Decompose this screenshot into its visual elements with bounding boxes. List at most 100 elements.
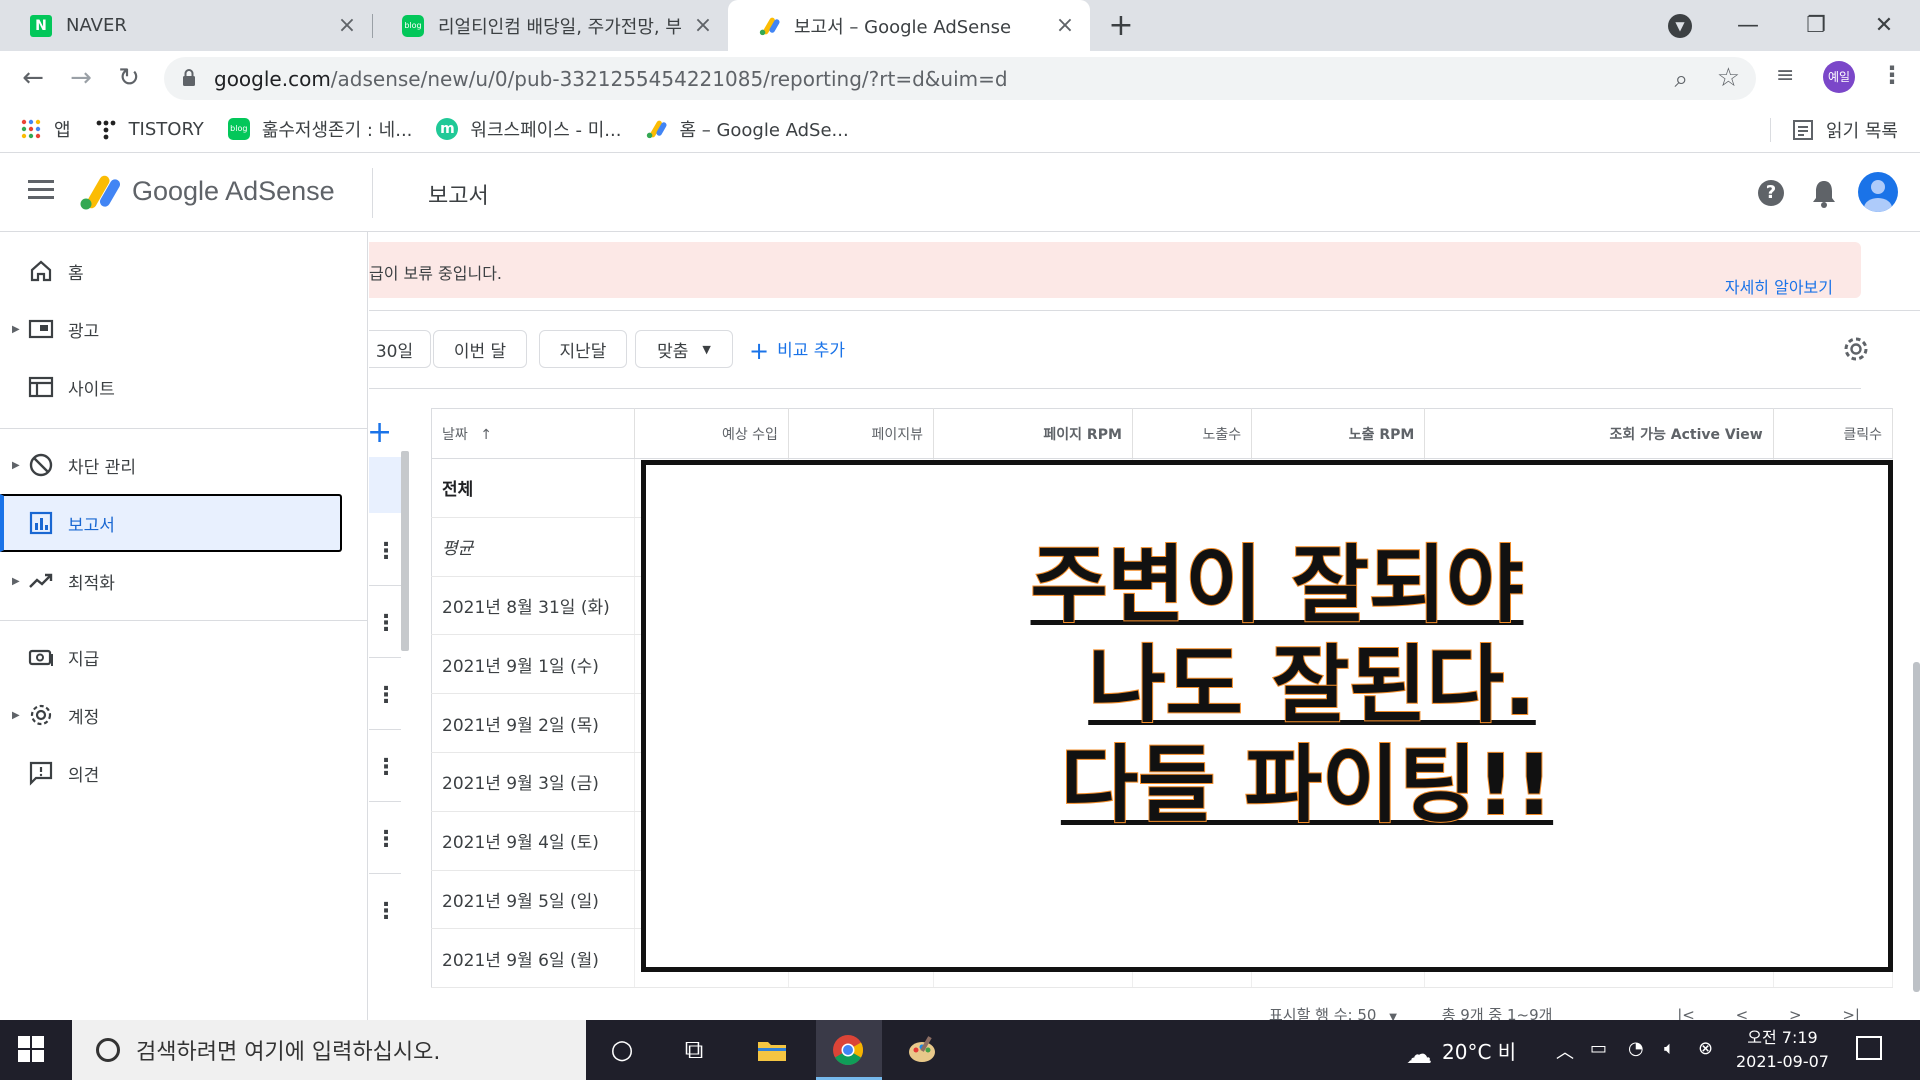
wifi-icon[interactable]: ◔ xyxy=(1628,1038,1644,1059)
last-page-icon[interactable]: >| xyxy=(1842,1006,1860,1020)
table-header-row: 날짜 ↑ 예상 수입 페이지뷰 페이지 RPM 노출수 노출 RPM 조회 가능… xyxy=(431,408,1894,459)
bookmark-apps[interactable]: 앱 xyxy=(20,116,71,142)
overlay-message: 주변이 잘되야 나도 잘된다. 다들 파이팅!! xyxy=(646,535,1888,835)
minimize-icon[interactable]: — xyxy=(1728,6,1768,46)
paint-icon[interactable] xyxy=(906,1034,938,1066)
selected-breakdown-row[interactable] xyxy=(369,457,401,513)
sidebar-item-feedback[interactable]: 의견 xyxy=(0,744,368,802)
sidebar-item-reports[interactable]: 보고서 xyxy=(0,494,342,552)
notifications-bell-icon[interactable] xyxy=(1810,178,1838,208)
learn-more-link[interactable]: 자세히 알아보기 xyxy=(1725,274,1833,298)
more-vert-icon[interactable]: ⋮ xyxy=(375,539,397,564)
reload-icon[interactable]: ↻ xyxy=(112,61,146,95)
account-avatar[interactable] xyxy=(1858,172,1898,212)
divider xyxy=(369,310,1920,311)
close-icon[interactable]: × xyxy=(1054,13,1076,38)
product-name: Google AdSense xyxy=(132,176,335,206)
sort-arrow-up-icon: ↑ xyxy=(480,426,492,443)
sidebar-item-home[interactable]: 홈 xyxy=(0,242,368,300)
sidebar-item-label: 보고서 xyxy=(68,515,115,536)
bookmark-tistory[interactable]: TISTORY xyxy=(95,118,204,140)
next-page-icon[interactable]: > xyxy=(1789,1006,1802,1020)
task-view-icon[interactable]: ⧉ xyxy=(678,1034,710,1066)
sidebar-item-sites[interactable]: 사이트 xyxy=(0,358,368,416)
column-header-page-rpm[interactable]: 페이지 RPM xyxy=(933,408,1133,459)
block-icon xyxy=(29,453,53,477)
column-header-active-view[interactable]: 조회 가능 Active View xyxy=(1424,408,1774,459)
sidebar-item-ads[interactable]: ▶ 광고 xyxy=(0,300,368,358)
more-vert-icon[interactable]: ⋮ xyxy=(375,755,397,780)
date-chip-custom[interactable]: 맞춤 ▼ xyxy=(635,330,733,368)
bookmark-blog[interactable]: blog 홂수저생존기 : 네... xyxy=(227,116,412,142)
column-header-clicks[interactable]: 클릭수 xyxy=(1773,408,1894,459)
column-header-impressions[interactable]: 노출수 xyxy=(1132,408,1253,459)
chrome-icon[interactable] xyxy=(832,1034,864,1066)
taskbar-search-placeholder: 검색하려면 여기에 입력하십시오. xyxy=(136,1040,441,1065)
add-breakdown-plus-icon[interactable]: + xyxy=(369,415,392,450)
browser-menu-icon[interactable]: ⋮ xyxy=(1880,61,1904,89)
bookmark-label: 홈 – Google AdSe... xyxy=(679,120,849,141)
weather-widget[interactable]: ☁ 20°C 비 xyxy=(1406,1036,1516,1070)
address-bar[interactable]: google.com/adsense/new/u/0/pub-332125545… xyxy=(164,57,1756,100)
window-close-icon[interactable]: ✕ xyxy=(1864,6,1904,46)
profile-avatar[interactable]: 예일 xyxy=(1823,61,1855,93)
taskbar-clock[interactable]: 오전 7:19 2021-09-07 xyxy=(1736,1026,1829,1074)
forward-arrow-icon[interactable]: → xyxy=(64,61,98,95)
battery-icon[interactable]: ▭ xyxy=(1590,1038,1607,1059)
browser-tab-adsense[interactable]: 보고서 – Google AdSense × xyxy=(728,0,1090,51)
taskbar-search-box[interactable]: 검색하려면 여기에 입력하십시오. xyxy=(72,1020,586,1080)
sidebar-item-label: 차단 관리 xyxy=(68,457,136,478)
close-icon[interactable]: × xyxy=(336,13,358,38)
reading-list-label: 읽기 목록 xyxy=(1826,120,1898,142)
first-page-icon[interactable]: |< xyxy=(1677,1006,1695,1020)
media-control-icon[interactable]: ≡ xyxy=(1776,63,1794,88)
trending-up-icon xyxy=(29,573,53,588)
more-vert-icon[interactable]: ⋮ xyxy=(375,683,397,708)
close-icon[interactable]: × xyxy=(692,13,714,38)
zoom-icon[interactable]: ⌕ xyxy=(1675,65,1688,93)
prev-page-icon[interactable]: < xyxy=(1736,1006,1749,1020)
sidebar-item-optimization[interactable]: ▶ 최적화 xyxy=(0,552,368,610)
sidebar-item-payments[interactable]: 지급 xyxy=(0,628,368,686)
tistory-icon xyxy=(96,120,115,140)
sidebar-item-account[interactable]: ▶ 계정 xyxy=(0,686,368,744)
help-icon[interactable]: ? xyxy=(1758,180,1784,206)
adsense-icon xyxy=(647,120,667,139)
new-tab-button[interactable]: + xyxy=(1104,10,1138,44)
network-error-icon[interactable]: ⊗ xyxy=(1698,1038,1713,1059)
hamburger-menu-icon[interactable] xyxy=(28,180,54,200)
volume-icon[interactable]: 🔈︎ xyxy=(1664,1038,1675,1059)
action-center-icon[interactable] xyxy=(1856,1036,1882,1060)
cortana-icon[interactable]: ○ xyxy=(606,1034,638,1066)
table-settings-gear-icon[interactable] xyxy=(1841,334,1871,364)
add-comparison-button[interactable]: + 비교 추가 xyxy=(749,336,845,365)
page-scrollbar[interactable] xyxy=(1913,662,1920,992)
sidebar-item-blocking[interactable]: ▶ 차단 관리 xyxy=(0,436,368,494)
sidebar-item-label: 지급 xyxy=(68,649,100,670)
date-chip-this-month[interactable]: 이번 달 xyxy=(433,330,527,368)
reading-list-button[interactable]: 읽기 목록 xyxy=(1770,106,1898,153)
tray-expand-icon[interactable]: ︿ xyxy=(1556,1038,1574,1064)
browser-tab-naver[interactable]: N NAVER × xyxy=(0,0,372,51)
column-header-date[interactable]: 날짜 ↑ xyxy=(431,408,635,459)
more-vert-icon[interactable]: ⋮ xyxy=(375,827,397,852)
file-explorer-icon[interactable] xyxy=(756,1034,788,1066)
browser-tab-blog[interactable]: blog 리얼티인컴 배당일, 주가전망, 부 × xyxy=(372,0,728,51)
rows-per-page[interactable]: 표시할 행 수: 50 xyxy=(1269,1006,1376,1020)
date-chip-30days[interactable]: 30일 xyxy=(369,330,431,368)
tab-search-icon[interactable]: ▼ xyxy=(1668,14,1692,38)
bookmark-star-icon[interactable]: ☆ xyxy=(1717,63,1740,93)
left-scrollbar[interactable] xyxy=(401,451,409,651)
date-chip-last-month[interactable]: 지난달 xyxy=(539,330,627,368)
windows-start-icon[interactable] xyxy=(18,1036,46,1064)
column-header-impression-rpm[interactable]: 노출 RPM xyxy=(1251,408,1426,459)
bookmark-adsense-home[interactable]: 홈 – Google AdSe... xyxy=(645,116,849,142)
column-header-pageviews[interactable]: 페이지뷰 xyxy=(788,408,934,459)
more-vert-icon[interactable]: ⋮ xyxy=(375,611,397,636)
tab-title: 보고서 – Google AdSense xyxy=(794,16,1012,38)
more-vert-icon[interactable]: ⋮ xyxy=(375,899,397,924)
bookmark-workspace[interactable]: m 워크스페이스 - 미... xyxy=(436,116,621,142)
back-arrow-icon[interactable]: ← xyxy=(16,61,50,95)
column-header-estimated-earnings[interactable]: 예상 수입 xyxy=(634,408,789,459)
restore-icon[interactable]: ❐ xyxy=(1796,6,1836,46)
